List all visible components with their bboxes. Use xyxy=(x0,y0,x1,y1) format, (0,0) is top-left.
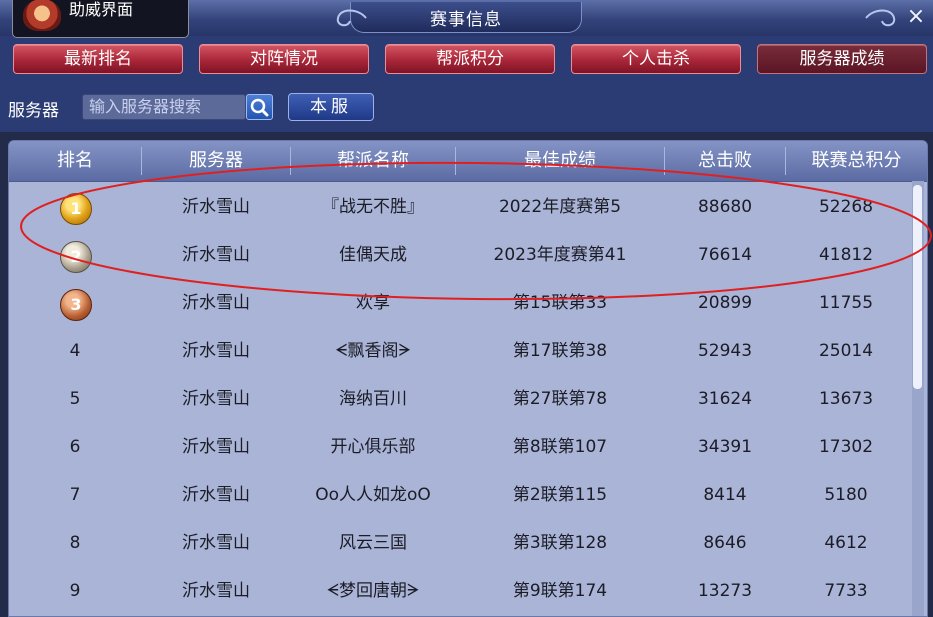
header-best: 最佳成绩 xyxy=(524,150,596,171)
guild-cell: ᗕ梦回唐朝ᗒ xyxy=(326,581,420,601)
kills-cell: 31624 xyxy=(697,389,753,409)
tooltip-text: 助威界面 xyxy=(69,0,134,19)
local-server-button[interactable]: 本服 xyxy=(288,93,374,121)
best-result-cell: 2022年度赛第5 xyxy=(498,197,622,217)
server-cell: 沂水雪山 xyxy=(182,437,250,457)
points-cell: 52268 xyxy=(818,197,874,217)
points-cell: 17302 xyxy=(818,437,874,457)
kills-cell: 13273 xyxy=(697,581,753,601)
silver-medal-icon: 2 xyxy=(60,241,92,273)
guild-cell: 海纳百川 xyxy=(339,389,407,409)
table-row[interactable]: 5 沂水雪山 海纳百川 第27联第78 31624 13673 xyxy=(9,375,909,423)
rank-medal-cell: 3 xyxy=(9,279,141,327)
kills-cell: 20899 xyxy=(697,293,753,313)
points-cell: 41812 xyxy=(818,245,874,265)
mascot-icon xyxy=(23,0,61,31)
header-guild: 帮派名称 xyxy=(337,150,409,171)
tab-server-results[interactable]: 服务器成绩 xyxy=(757,44,927,74)
tab-latest-ranking[interactable]: 最新排名 xyxy=(13,44,183,74)
table-row[interactable]: 7 沂水雪山 Oo人人如龙oO 第2联第115 8414 5180 xyxy=(9,471,909,519)
rank-cell: 4 xyxy=(69,341,81,361)
best-result-cell: 2023年度赛第41 xyxy=(493,245,627,265)
rank-medal-cell: 1 xyxy=(9,183,141,231)
swirl-left-icon xyxy=(330,6,370,30)
window-title: 赛事信息 xyxy=(430,10,502,30)
best-result-cell: 第9联第174 xyxy=(512,581,608,601)
bronze-medal-icon: 3 xyxy=(60,289,92,321)
points-cell: 7733 xyxy=(824,581,868,601)
cheer-tooltip[interactable]: 助威界面 xyxy=(12,0,189,38)
rank-cell: 8 xyxy=(69,533,81,553)
kills-cell: 88680 xyxy=(697,197,753,217)
guild-cell: 风云三国 xyxy=(339,533,407,553)
tab-guild-points[interactable]: 帮派积分 xyxy=(385,44,555,74)
server-label: 服务器 xyxy=(8,101,59,121)
scrollbar-thumb[interactable] xyxy=(913,185,922,389)
server-search-input[interactable]: 输入服务器搜索 xyxy=(82,94,246,120)
table-row[interactable]: 3 沂水雪山 欢享 第15联第33 20899 11755 xyxy=(9,279,909,327)
server-cell: 沂水雪山 xyxy=(182,389,250,409)
table-header: 排名 服务器 帮派名称 最佳成绩 总击败 联赛总积分 xyxy=(9,141,927,182)
gold-medal-icon: 1 xyxy=(60,193,92,225)
rank-medal-cell: 2 xyxy=(9,231,141,279)
kills-cell: 8414 xyxy=(703,485,747,505)
table-row[interactable]: 6 沂水雪山 开心俱乐部 第8联第107 34391 17302 xyxy=(9,423,909,471)
server-cell: 沂水雪山 xyxy=(182,197,250,217)
header-points: 联赛总积分 xyxy=(811,150,902,171)
kills-cell: 52943 xyxy=(697,341,753,361)
tab-matchups[interactable]: 对阵情况 xyxy=(199,44,369,74)
close-icon[interactable]: × xyxy=(905,6,927,28)
header-rank: 排名 xyxy=(57,150,93,171)
server-cell: 沂水雪山 xyxy=(182,581,250,601)
best-result-cell: 第17联第38 xyxy=(512,341,608,361)
best-result-cell: 第2联第115 xyxy=(512,485,608,505)
table-row[interactable]: 4 沂水雪山 ᗕ飘香阁ᗒ 第17联第38 52943 25014 xyxy=(9,327,909,375)
server-cell: 沂水雪山 xyxy=(182,485,250,505)
points-cell: 11755 xyxy=(818,293,874,313)
search-icon xyxy=(250,98,269,117)
search-bar: 服务器 输入服务器搜索 本服 xyxy=(0,84,933,132)
server-cell: 沂水雪山 xyxy=(182,293,250,313)
rank-cell: 7 xyxy=(69,485,81,505)
points-cell: 5180 xyxy=(824,485,868,505)
tab-personal-kills[interactable]: 个人击杀 xyxy=(571,44,741,74)
header-server: 服务器 xyxy=(189,150,243,171)
best-result-cell: 第27联第78 xyxy=(512,389,608,409)
rank-cell: 9 xyxy=(69,581,81,601)
server-cell: 沂水雪山 xyxy=(182,245,250,265)
best-result-cell: 第8联第107 xyxy=(512,437,608,457)
guild-cell: Oo人人如龙oO xyxy=(315,485,431,505)
best-result-cell: 第15联第33 xyxy=(512,293,608,313)
guild-cell: 欢享 xyxy=(356,293,390,313)
ranking-table: 排名 服务器 帮派名称 最佳成绩 总击败 联赛总积分 1 沂水雪山 『战无不胜』 20… xyxy=(8,140,928,617)
kills-cell: 8646 xyxy=(703,533,747,553)
rank-cell: 6 xyxy=(69,437,81,457)
swirl-right-icon xyxy=(862,6,902,30)
server-cell: 沂水雪山 xyxy=(182,341,250,361)
points-cell: 13673 xyxy=(818,389,874,409)
server-cell: 沂水雪山 xyxy=(182,533,250,553)
guild-cell: 『战无不胜』 xyxy=(322,197,424,217)
best-result-cell: 第3联第128 xyxy=(512,533,608,553)
guild-cell: 佳偶天成 xyxy=(339,245,407,265)
table-row[interactable]: 1 沂水雪山 『战无不胜』 2022年度赛第5 88680 52268 xyxy=(9,183,909,231)
kills-cell: 34391 xyxy=(697,437,753,457)
rank-cell: 5 xyxy=(69,389,81,409)
kills-cell: 76614 xyxy=(697,245,753,265)
table-row[interactable]: 8 沂水雪山 风云三国 第3联第128 8646 4612 xyxy=(9,519,909,567)
guild-cell: 开心俱乐部 xyxy=(330,437,416,457)
header-kills: 总击败 xyxy=(698,150,752,171)
points-cell: 25014 xyxy=(818,341,874,361)
table-row[interactable]: 2 沂水雪山 佳偶天成 2023年度赛第41 76614 41812 xyxy=(9,231,909,279)
points-cell: 4612 xyxy=(824,533,868,553)
tab-bar: 最新排名 对阵情况 帮派积分 个人击杀 服务器成绩 xyxy=(0,36,933,84)
search-button[interactable] xyxy=(246,94,273,120)
guild-cell: ᗕ飘香阁ᗒ xyxy=(335,341,411,361)
table-row[interactable]: 9 沂水雪山 ᗕ梦回唐朝ᗒ 第9联第174 13273 7733 xyxy=(9,567,909,615)
